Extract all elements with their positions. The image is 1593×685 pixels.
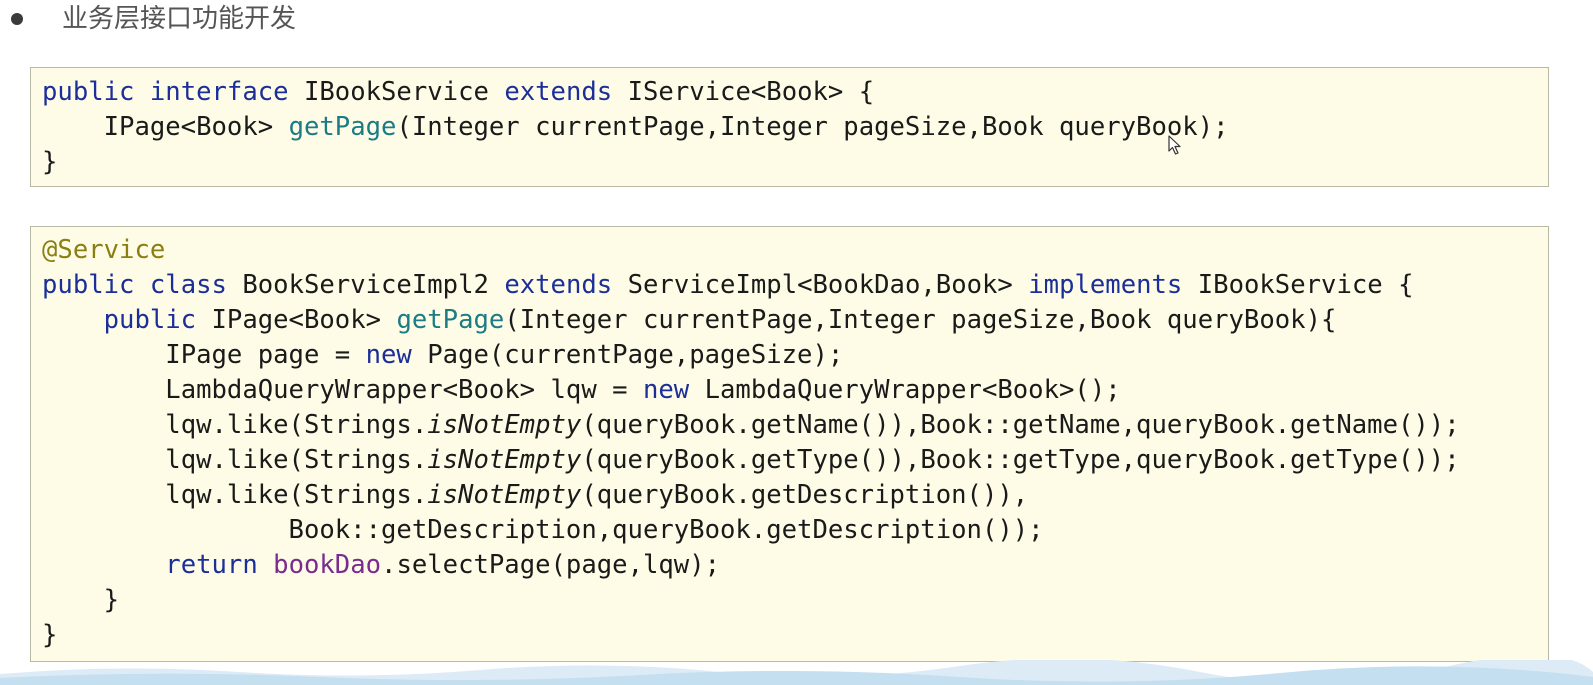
interface-code-block: public interface IBookService extends IS… [30, 67, 1549, 187]
code-line-2: IPage<Book> getPage(Integer currentPage,… [103, 112, 1229, 142]
section-heading: 业务层接口功能开发 [0, 0, 600, 40]
annotation-line: @Service [42, 235, 166, 265]
mouse-pointer-icon [1168, 135, 1181, 155]
method-declaration-line: public IPage<Book> getPage(Integer curre… [103, 305, 1337, 335]
class-declaration-line: public class BookServiceImpl2 extends Se… [42, 270, 1414, 300]
wrapper-line: LambdaQueryWrapper<Book> lqw = new Lambd… [165, 375, 1121, 405]
close-class-line: } [42, 620, 58, 650]
decorative-wave [0, 660, 1593, 685]
code-line-3: } [42, 147, 58, 177]
bullet-icon [11, 13, 23, 25]
like-description-continuation-line: Book::getDescription,queryBook.getDescri… [288, 515, 1044, 545]
close-method-line: } [103, 585, 120, 615]
page-line: IPage page = new Page(currentPage,pageSi… [165, 340, 844, 370]
code-line-1: public interface IBookService extends IS… [42, 77, 875, 107]
heading-text: 业务层接口功能开发 [62, 4, 297, 34]
impl-code-block: @Service public class BookServiceImpl2 ex… [30, 226, 1549, 662]
like-description-line: lqw.like(Strings.isNotEmpty(queryBook.ge… [165, 480, 1029, 510]
interface-code: public interface IBookService extends IS… [42, 75, 1229, 180]
like-name-line: lqw.like(Strings.isNotEmpty(queryBook.ge… [165, 410, 1460, 440]
like-type-line: lqw.like(Strings.isNotEmpty(queryBook.ge… [165, 445, 1460, 475]
return-line: return bookDao.selectPage(page,lqw); [165, 550, 721, 580]
impl-code: @Service public class BookServiceImpl2 ex… [42, 233, 1460, 653]
